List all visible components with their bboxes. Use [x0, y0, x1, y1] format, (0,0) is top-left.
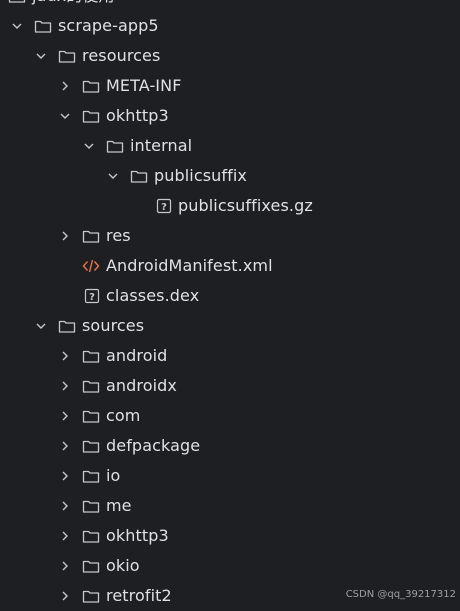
- tree-row-okio[interactable]: okio: [0, 551, 460, 581]
- svg-text:?: ?: [89, 292, 95, 303]
- project-tree: jadx的使用 scrape-app5 resources META-INF o…: [0, 0, 460, 611]
- chevron-right-icon[interactable]: [59, 350, 71, 362]
- tree-item-label: io: [106, 466, 121, 485]
- tree-row-androidmanifest[interactable]: AndroidManifest.xml: [0, 251, 460, 281]
- tree-row-okhttp3-src[interactable]: okhttp3: [0, 521, 460, 551]
- tree-row-resources[interactable]: resources: [0, 41, 460, 71]
- folder-icon: [8, 0, 26, 5]
- chevron-right-icon[interactable]: [59, 530, 71, 542]
- tree-row-publicsuffix[interactable]: publicsuffix: [0, 161, 460, 191]
- tree-row-com[interactable]: com: [0, 401, 460, 431]
- xml-file-icon: [82, 257, 100, 275]
- tree-item-label: okhttp3: [106, 106, 169, 125]
- tree-row-scrape-app5[interactable]: scrape-app5: [0, 11, 460, 41]
- tree-item-label: jadx的使用: [32, 0, 115, 11]
- folder-icon: [82, 107, 100, 125]
- tree-row-me[interactable]: me: [0, 491, 460, 521]
- chevron-down-icon[interactable]: [35, 320, 47, 332]
- tree-item-label: classes.dex: [106, 286, 200, 305]
- folder-icon: [34, 17, 52, 35]
- tree-row-root[interactable]: jadx的使用: [0, 0, 460, 11]
- tree-item-label: META-INF: [106, 76, 182, 95]
- folder-icon: [82, 527, 100, 545]
- tree-row-io[interactable]: io: [0, 461, 460, 491]
- chevron-right-icon[interactable]: [59, 500, 71, 512]
- tree-item-label: me: [106, 496, 132, 515]
- folder-icon: [82, 557, 100, 575]
- folder-icon: [106, 137, 124, 155]
- chevron-right-icon[interactable]: [59, 440, 71, 452]
- tree-row-android[interactable]: android: [0, 341, 460, 371]
- tree-item-label: AndroidManifest.xml: [106, 256, 273, 275]
- folder-icon: [82, 347, 100, 365]
- chevron-right-icon[interactable]: [59, 80, 71, 92]
- svg-text:?: ?: [161, 202, 167, 213]
- folder-icon: [82, 227, 100, 245]
- chevron-down-icon[interactable]: [107, 170, 119, 182]
- tree-item-label: okio: [106, 556, 140, 575]
- tree-row-internal[interactable]: internal: [0, 131, 460, 161]
- tree-item-label: sources: [82, 316, 145, 335]
- chevron-down-icon[interactable]: [11, 20, 23, 32]
- chevron-right-icon[interactable]: [59, 230, 71, 242]
- tree-item-label: com: [106, 406, 141, 425]
- folder-icon: [82, 497, 100, 515]
- tree-item-label: androidx: [106, 376, 177, 395]
- unknown-file-icon: ?: [155, 197, 173, 215]
- chevron-right-icon[interactable]: [59, 380, 71, 392]
- chevron-right-icon[interactable]: [59, 470, 71, 482]
- folder-icon: [130, 167, 148, 185]
- folder-icon: [82, 377, 100, 395]
- tree-row-defpackage[interactable]: defpackage: [0, 431, 460, 461]
- tree-item-label: scrape-app5: [58, 16, 159, 35]
- folder-icon: [82, 407, 100, 425]
- folder-icon: [58, 317, 76, 335]
- tree-item-label: resources: [82, 46, 161, 65]
- chevron-down-icon[interactable]: [35, 50, 47, 62]
- watermark: CSDN @qq_39217312: [345, 589, 456, 600]
- tree-item-label: okhttp3: [106, 526, 169, 545]
- folder-icon: [82, 437, 100, 455]
- tree-item-label: publicsuffix: [154, 166, 247, 185]
- folder-icon: [82, 587, 100, 605]
- chevron-right-icon[interactable]: [59, 560, 71, 572]
- folder-icon: [58, 47, 76, 65]
- folder-icon: [82, 467, 100, 485]
- tree-row-classes-dex[interactable]: ? classes.dex: [0, 281, 460, 311]
- tree-row-meta-inf[interactable]: META-INF: [0, 71, 460, 101]
- tree-item-label: publicsuffixes.gz: [178, 196, 313, 215]
- tree-item-label: res: [106, 226, 131, 245]
- chevron-down-icon[interactable]: [83, 140, 95, 152]
- tree-row-publicsuffixes-gz[interactable]: ? publicsuffixes.gz: [0, 191, 460, 221]
- chevron-right-icon[interactable]: [59, 590, 71, 602]
- tree-row-okhttp3-res[interactable]: okhttp3: [0, 101, 460, 131]
- tree-item-label: internal: [130, 136, 193, 155]
- tree-row-androidx[interactable]: androidx: [0, 371, 460, 401]
- tree-item-label: defpackage: [106, 436, 201, 455]
- unknown-file-icon: ?: [83, 287, 101, 305]
- tree-item-label: android: [106, 346, 168, 365]
- tree-row-sources[interactable]: sources: [0, 311, 460, 341]
- tree-row-res[interactable]: res: [0, 221, 460, 251]
- chevron-right-icon[interactable]: [59, 410, 71, 422]
- folder-icon: [82, 77, 100, 95]
- chevron-down-icon[interactable]: [59, 110, 71, 122]
